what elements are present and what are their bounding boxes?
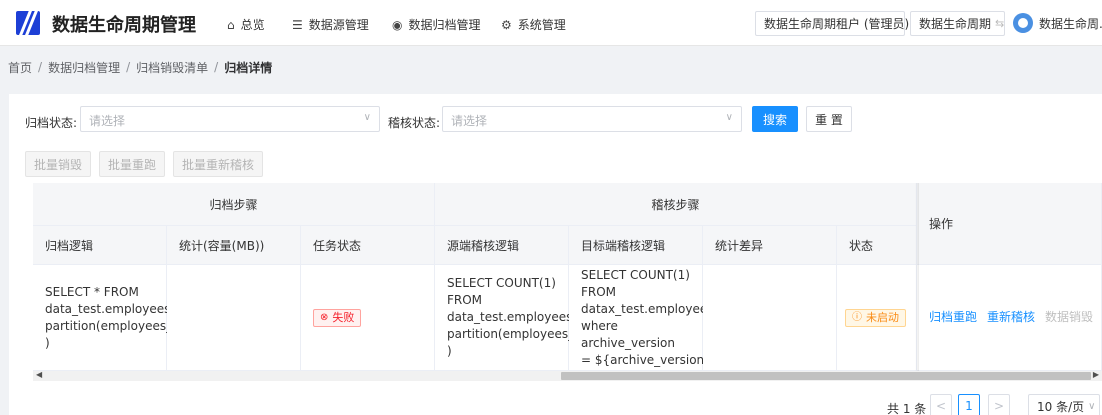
cell-archive-logic: SELECT * FROM data_test.employees partit…: [33, 265, 187, 371]
nav-item-system[interactable]: ⚙ 系统管理: [501, 16, 566, 33]
reaudit-link[interactable]: 重新稽核: [987, 309, 1035, 326]
cell-stat-capacity: [167, 265, 301, 371]
eye-icon: ◉: [392, 17, 403, 32]
app-logo-icon[interactable]: [16, 11, 40, 35]
breadcrumb-archive-management[interactable]: 数据归档管理: [48, 59, 120, 76]
status-badge-text: 失败: [332, 311, 355, 324]
table-horizontal-scrollbar[interactable]: ◀ ▶: [33, 370, 1102, 381]
tenant-selector[interactable]: 数据生命周期租户 (管理员) ♙: [755, 11, 923, 36]
archive-status-select[interactable]: 请选择 ∨: [80, 106, 380, 132]
cell-stat-diff: [703, 265, 837, 371]
breadcrumb-separator: /: [126, 60, 131, 74]
batch-destroy-button[interactable]: 批量销毁: [25, 151, 91, 177]
cell-source-audit: SELECT COUNT(1) FROM data_test.employees…: [435, 265, 589, 371]
col-header-target-audit: 目标端稽核逻辑: [569, 226, 703, 265]
switch-icon: ⇆: [995, 17, 1005, 30]
fixed-column-shadow: [915, 183, 919, 373]
nav-item-overview[interactable]: ⌂ 总览: [227, 16, 265, 33]
archive-status-placeholder: 请选择: [89, 114, 126, 128]
col-header-task-status: 任务状态: [301, 226, 435, 265]
nav-label: 数据归档管理: [408, 18, 481, 32]
col-header-stat-diff: 统计差异: [703, 226, 837, 265]
nav-label: 数据源管理: [308, 18, 369, 32]
breadcrumb: 首页 / 数据归档管理 / 归档销毁清单 / 归档详情: [0, 47, 1102, 87]
top-header: 数据生命周期管理 ⌂ 总览 ☰ 数据源管理 ◉ 数据归档管理 ⚙ 系统管理 数据…: [0, 0, 1102, 46]
col-header-stat-capacity: 统计(容量(MB)): [167, 226, 301, 265]
archive-status-label: 归档状态:: [25, 116, 78, 130]
col-header-audit-status: 状态: [837, 226, 917, 265]
batch-reaudit-button[interactable]: 批量重新稽核: [173, 151, 263, 177]
breadcrumb-current: 归档详情: [224, 60, 273, 75]
user-menu[interactable]: 数据生命周...: [1013, 13, 1102, 33]
batch-rerun-button[interactable]: 批量重跑: [99, 151, 165, 177]
status-badge-failed: ⊗ 失败: [313, 308, 362, 327]
avatar: [1013, 13, 1033, 33]
scrollbar-thumb[interactable]: [561, 372, 1091, 380]
tenant-label: 数据生命周期租户 (管理员): [764, 17, 910, 31]
pagination-page-1[interactable]: 1: [958, 394, 980, 415]
breadcrumb-destroy-list[interactable]: 归档销毁清单: [136, 59, 208, 76]
nav-item-datasource[interactable]: ☰ 数据源管理: [292, 16, 369, 33]
pagination-next-button[interactable]: >: [988, 394, 1010, 415]
cell-task-status: ⊗ 失败: [301, 265, 435, 371]
info-circle-icon: ⓘ: [852, 312, 862, 323]
user-name: 数据生命周...: [1039, 16, 1102, 31]
col-header-archive-logic: 归档逻辑: [33, 226, 167, 265]
nav-label: 总览: [240, 18, 265, 32]
rerun-archive-link[interactable]: 归档重跑: [929, 309, 977, 326]
close-circle-icon: ⊗: [320, 312, 329, 323]
group-header-archive: 归档步骤: [33, 183, 435, 226]
gear-icon: ⚙: [501, 17, 512, 32]
status-badge-text: 未启动: [866, 311, 899, 324]
breadcrumb-separator: /: [214, 60, 219, 74]
reset-button[interactable]: 重 置: [806, 106, 852, 132]
chevron-down-icon: ∨: [725, 112, 733, 123]
project-selector[interactable]: 数据生命周期 ⇆: [910, 11, 1005, 36]
app-title: 数据生命周期管理: [52, 15, 196, 36]
cell-target-audit: SELECT COUNT(1) FROM datax_test.employee…: [569, 265, 713, 371]
page-size-select[interactable]: 10 条/页 ∨: [1028, 394, 1100, 415]
col-header-source-audit: 源端稽核逻辑: [435, 226, 569, 265]
chevron-down-icon: ∨: [363, 112, 371, 123]
audit-status-label: 稽核状态:: [388, 116, 441, 130]
pagination-prev-button[interactable]: <: [930, 394, 952, 415]
main-card: 归档状态: 请选择 ∨ 稽核状态: 请选择 ∨ 搜索 重 置 批量销毁 批量重跑…: [9, 94, 1102, 415]
list-icon: ☰: [292, 17, 303, 32]
cell-operations: 归档重跑 重新稽核 数据销毁: [917, 265, 1102, 371]
op-header: 操作: [917, 183, 1102, 265]
scroll-left-icon[interactable]: ◀: [36, 370, 42, 379]
nav-label: 系统管理: [517, 18, 566, 32]
page-size-label: 10 条/页: [1037, 399, 1085, 414]
status-badge-not-started: ⓘ 未启动: [845, 308, 906, 327]
breadcrumb-home[interactable]: 首页: [8, 59, 32, 76]
audit-status-placeholder: 请选择: [451, 114, 488, 128]
breadcrumb-separator: /: [38, 60, 43, 74]
scroll-right-icon[interactable]: ▶: [1093, 370, 1099, 379]
search-button[interactable]: 搜索: [752, 106, 798, 132]
destroy-data-link[interactable]: 数据销毁: [1045, 309, 1093, 326]
project-label: 数据生命周期: [919, 17, 992, 31]
home-icon: ⌂: [227, 17, 235, 32]
chevron-down-icon: ∨: [1088, 400, 1096, 412]
audit-status-select[interactable]: 请选择 ∨: [442, 106, 742, 132]
nav-item-archive[interactable]: ◉ 数据归档管理: [392, 16, 481, 33]
pagination-total: 共 1 条: [887, 402, 927, 415]
cell-audit-status: ⓘ 未启动: [837, 265, 917, 371]
group-header-audit: 稽核步骤: [435, 183, 917, 226]
